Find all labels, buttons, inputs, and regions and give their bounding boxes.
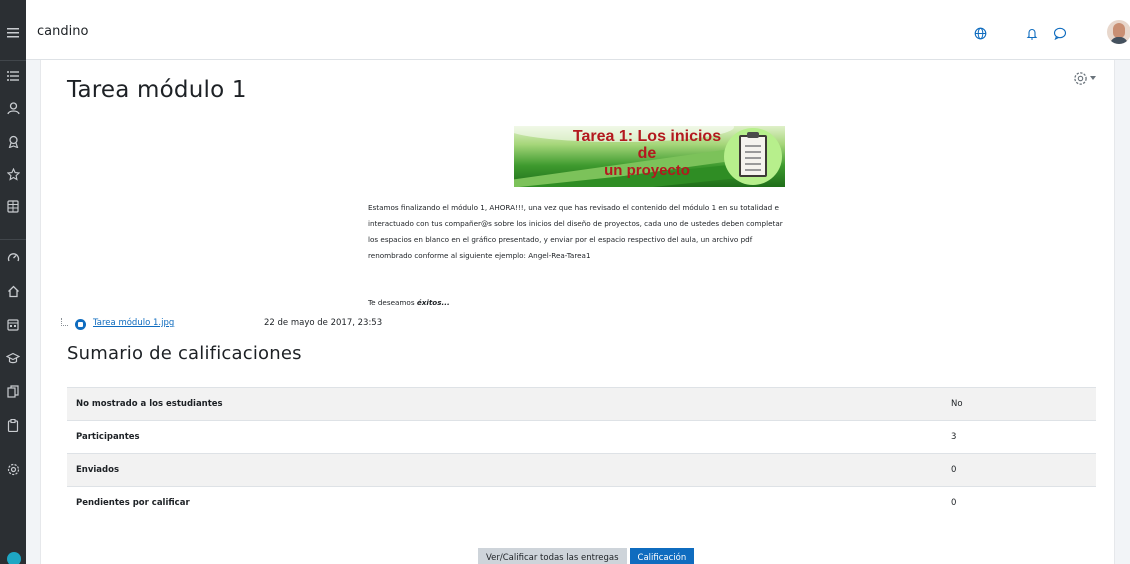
settings-icon[interactable] (0, 456, 26, 482)
row-value: 0 (942, 453, 1096, 487)
view-all-submissions-button[interactable]: Ver/Calificar todas las entregas (478, 548, 627, 564)
clipboard-icon[interactable] (0, 412, 26, 438)
actions-menu[interactable] (1073, 68, 1103, 88)
table-row: Pendientes por calificar 0 (67, 486, 1096, 520)
dashboard-icon[interactable] (0, 244, 26, 270)
avatar-face (1113, 23, 1125, 38)
star-icon[interactable] (0, 161, 26, 187)
bell-icon[interactable] (1024, 25, 1040, 41)
content-card: Tarea módulo 1 Tarea 1: Los inicios de u… (40, 60, 1115, 564)
tree-connector (61, 318, 68, 326)
gear-icon (1074, 71, 1087, 85)
badges-icon[interactable] (0, 128, 26, 154)
attachment-row: Tarea módulo 1.jpg 22 de mayo de 2017, 2… (61, 318, 561, 332)
menu-icon[interactable] (0, 20, 26, 46)
avatar-shirt (1110, 37, 1128, 44)
left-rail (0, 0, 26, 564)
action-buttons: Ver/Calificar todas las entregas Calific… (478, 548, 695, 564)
chat-icon[interactable] (1052, 25, 1068, 41)
grading-summary-table: No mostrado a los estudiantes No Partici… (67, 387, 1096, 520)
grade-button[interactable]: Calificación (629, 548, 695, 564)
table-row: Participantes 3 (67, 420, 1096, 454)
assignment-banner-image: Tarea 1: Los inicios de un proyecto (514, 126, 785, 187)
list-icon[interactable] (0, 63, 26, 89)
row-label: Pendientes por calificar (67, 486, 942, 520)
calendar-icon[interactable] (0, 311, 26, 337)
courses-icon[interactable] (0, 345, 26, 371)
banner-title: Tarea 1: Los inicios de un proyecto (572, 128, 722, 179)
files-icon[interactable] (0, 378, 26, 404)
description-wish: Te deseamos éxitos... (368, 298, 450, 307)
row-value: 3 (942, 420, 1096, 454)
assignment-description: Estamos finalizando el módulo 1, AHORA!!… (368, 200, 788, 264)
table-row: No mostrado a los estudiantes No (67, 387, 1096, 421)
row-label: Enviados (67, 453, 942, 487)
clipboard-line (745, 145, 761, 147)
globe-icon[interactable] (972, 25, 988, 41)
banner-line-2: un proyecto (604, 162, 690, 179)
gradebook-icon[interactable] (0, 193, 26, 219)
site-name[interactable]: candino (37, 24, 88, 39)
summary-title: Sumario de calificaciones (67, 343, 302, 364)
image-file-icon (75, 319, 86, 330)
clipboard-line (745, 157, 761, 159)
row-value: 0 (942, 486, 1096, 520)
chevron-down-icon (1090, 76, 1096, 80)
row-label: No mostrado a los estudiantes (67, 387, 942, 421)
clipboard-line (745, 163, 761, 165)
clipboard-icon (739, 132, 767, 177)
clipboard-clip (747, 132, 759, 138)
attachment-date: 22 de mayo de 2017, 23:53 (264, 318, 383, 328)
clipboard-line (745, 151, 761, 153)
wish-bold: éxitos... (416, 298, 450, 307)
rail-divider (0, 239, 26, 240)
wish-prefix: Te deseamos (368, 298, 417, 307)
help-button[interactable] (7, 552, 21, 564)
banner-line-1: Tarea 1: Los inicios de (572, 128, 722, 162)
clipboard-line (745, 169, 761, 171)
description-paragraph: Estamos finalizando el módulo 1, AHORA!!… (368, 203, 783, 260)
home-icon[interactable] (0, 278, 26, 304)
main-region: Tarea módulo 1 Tarea 1: Los inicios de u… (26, 60, 1130, 564)
page-title: Tarea módulo 1 (67, 77, 247, 103)
attachment-link[interactable]: Tarea módulo 1.jpg (93, 318, 174, 328)
table-row: Enviados 0 (67, 453, 1096, 487)
user-avatar[interactable] (1107, 20, 1130, 44)
row-label: Participantes (67, 420, 942, 454)
rail-divider (0, 60, 26, 61)
participants-icon[interactable] (0, 95, 26, 121)
top-navbar: candino (26, 0, 1130, 60)
row-value: No (942, 387, 1096, 421)
